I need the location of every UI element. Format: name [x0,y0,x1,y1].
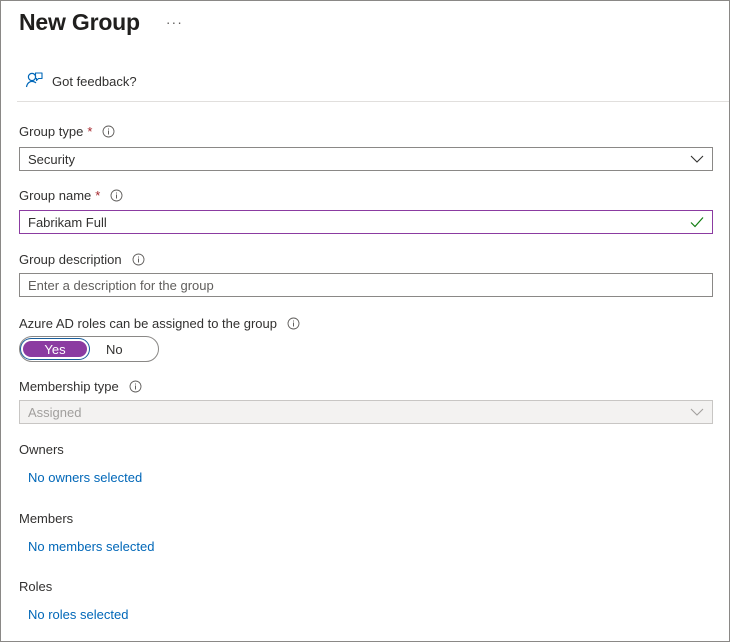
membership-type-dropdown: Assigned [19,400,713,424]
chevron-down-icon [690,155,704,163]
toggle-option-no[interactable]: No [106,342,123,357]
required-marker: * [95,188,101,203]
owners-label: Owners [19,442,64,457]
got-feedback-button[interactable]: Got feedback? [25,71,137,92]
info-icon[interactable] [102,125,115,138]
new-group-panel: New Group ··· Got feedback? Group type *… [0,0,730,642]
group-name-input[interactable]: Fabrikam Full [19,210,713,234]
roles-link[interactable]: No roles selected [28,607,128,622]
group-description-label: Group description [19,252,145,267]
group-name-value: Fabrikam Full [28,214,107,230]
info-icon[interactable] [129,380,142,393]
group-type-label-text: Group type [19,124,84,139]
members-label: Members [19,511,74,526]
membership-type-label-text: Membership type [19,379,119,394]
group-description-placeholder: Enter a description for the group [28,277,214,293]
azure-ad-roles-label: Azure AD roles can be assigned to the gr… [19,316,300,331]
feedback-label: Got feedback? [52,74,137,89]
checkmark-icon [690,216,704,228]
azure-ad-roles-label-text: Azure AD roles can be assigned to the gr… [19,316,277,331]
more-options-button[interactable]: ··· [166,14,183,30]
group-type-dropdown[interactable]: Security [19,147,713,171]
members-link[interactable]: No members selected [28,539,154,554]
group-type-value: Security [28,151,75,167]
owners-link[interactable]: No owners selected [28,470,142,485]
group-description-label-text: Group description [19,252,122,267]
toggle-option-yes[interactable]: Yes [23,341,87,357]
info-icon[interactable] [132,253,145,266]
info-icon[interactable] [287,317,300,330]
toolbar-divider [17,101,729,102]
page-title: New Group [19,8,140,35]
group-description-input[interactable]: Enter a description for the group [19,273,713,297]
group-name-label-text: Group name [19,188,92,203]
page-header: New Group ··· [19,5,183,39]
feedback-icon [25,71,52,92]
group-name-label: Group name * [19,188,123,203]
membership-type-label: Membership type [19,379,142,394]
membership-type-value: Assigned [28,404,82,420]
group-type-label: Group type * [19,124,115,139]
azure-ad-roles-toggle[interactable]: Yes No [19,336,159,362]
info-icon[interactable] [110,189,123,202]
roles-label: Roles [19,579,53,594]
chevron-down-icon [690,408,704,416]
required-marker: * [87,124,93,139]
